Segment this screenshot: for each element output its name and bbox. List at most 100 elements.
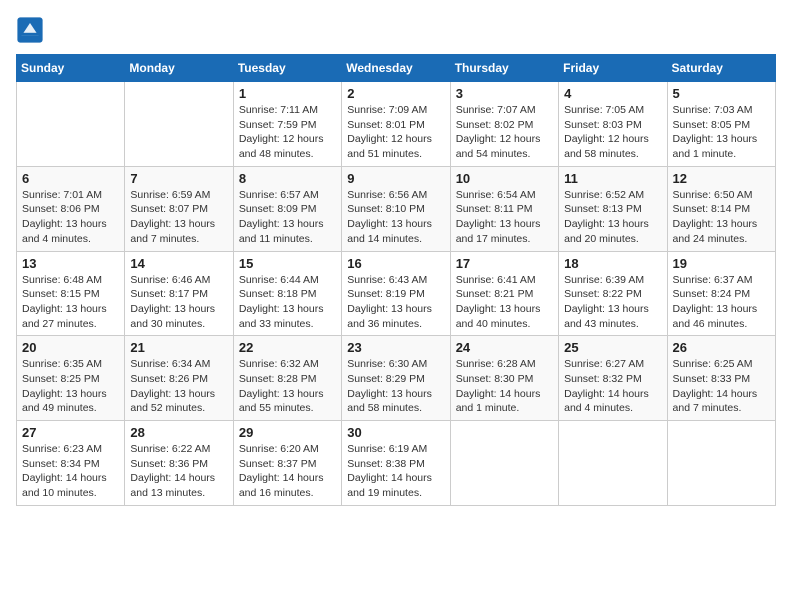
calendar-day-cell: 27Sunrise: 6:23 AM Sunset: 8:34 PM Dayli… [17, 421, 125, 506]
calendar-week-row: 1 Sunrise: 7:11 AM Sunset: 7:59 PM Daylig… [17, 82, 776, 167]
day-info: Sunrise: 6:34 AM Sunset: 8:26 PM Dayligh… [130, 357, 227, 416]
day-number: 9 [347, 171, 444, 186]
day-info: Sunrise: 6:41 AM Sunset: 8:21 PM Dayligh… [456, 273, 553, 332]
day-number: 3 [456, 86, 553, 101]
day-number: 13 [22, 256, 119, 271]
calendar-day-cell: 10 Sunrise: 6:54 AM Sunset: 8:11 PM Dayli… [450, 166, 558, 251]
day-number: 12 [673, 171, 770, 186]
calendar-day-cell [667, 421, 775, 506]
calendar-day-cell: 29 Sunrise: 6:20 AM Sunset: 8:37 PM Dayli… [233, 421, 341, 506]
calendar-day-cell: 2Sunrise: 7:09 AM Sunset: 8:01 PM Daylig… [342, 82, 450, 167]
day-info: Sunrise: 6:25 AM Sunset: 8:33 PM Dayligh… [673, 357, 770, 416]
day-info: Sunrise: 6:22 AM Sunset: 8:36 PM Dayligh… [130, 442, 227, 501]
calendar-day-cell: 5 Sunrise: 7:03 AM Sunset: 8:05 PM Daylig… [667, 82, 775, 167]
day-number: 28 [130, 425, 227, 440]
day-info: Sunrise: 6:27 AM Sunset: 8:32 PM Dayligh… [564, 357, 661, 416]
weekday-header: Wednesday [342, 55, 450, 82]
day-number: 21 [130, 340, 227, 355]
calendar-day-cell: 28 Sunrise: 6:22 AM Sunset: 8:36 PM Dayli… [125, 421, 233, 506]
calendar-day-cell [559, 421, 667, 506]
weekday-header: Tuesday [233, 55, 341, 82]
day-number: 7 [130, 171, 227, 186]
calendar-day-cell: 13Sunrise: 6:48 AM Sunset: 8:15 PM Dayli… [17, 251, 125, 336]
calendar-day-cell: 20Sunrise: 6:35 AM Sunset: 8:25 PM Dayli… [17, 336, 125, 421]
day-info: Sunrise: 6:37 AM Sunset: 8:24 PM Dayligh… [673, 273, 770, 332]
logo-icon [16, 16, 44, 44]
calendar-day-cell: 18 Sunrise: 6:39 AM Sunset: 8:22 PM Dayli… [559, 251, 667, 336]
day-info: Sunrise: 6:59 AM Sunset: 8:07 PM Dayligh… [130, 188, 227, 247]
day-number: 14 [130, 256, 227, 271]
day-number: 10 [456, 171, 553, 186]
weekday-header: Sunday [17, 55, 125, 82]
day-info: Sunrise: 7:07 AM Sunset: 8:02 PM Dayligh… [456, 103, 553, 162]
day-number: 4 [564, 86, 661, 101]
day-number: 17 [456, 256, 553, 271]
calendar-day-cell: 22 Sunrise: 6:32 AM Sunset: 8:28 PM Dayli… [233, 336, 341, 421]
calendar-day-cell: 6 Sunrise: 7:01 AM Sunset: 8:06 PM Daylig… [17, 166, 125, 251]
day-number: 24 [456, 340, 553, 355]
calendar-day-cell [450, 421, 558, 506]
calendar-table: SundayMondayTuesdayWednesdayThursdayFrid… [16, 54, 776, 506]
day-number: 20 [22, 340, 119, 355]
day-number: 26 [673, 340, 770, 355]
day-number: 29 [239, 425, 336, 440]
day-number: 8 [239, 171, 336, 186]
day-info: Sunrise: 7:11 AM Sunset: 7:59 PM Dayligh… [239, 103, 336, 162]
calendar-week-row: 6 Sunrise: 7:01 AM Sunset: 8:06 PM Daylig… [17, 166, 776, 251]
day-info: Sunrise: 6:30 AM Sunset: 8:29 PM Dayligh… [347, 357, 444, 416]
day-info: Sunrise: 6:56 AM Sunset: 8:10 PM Dayligh… [347, 188, 444, 247]
day-number: 30 [347, 425, 444, 440]
day-info: Sunrise: 6:57 AM Sunset: 8:09 PM Dayligh… [239, 188, 336, 247]
calendar-day-cell: 23 Sunrise: 6:30 AM Sunset: 8:29 PM Dayli… [342, 336, 450, 421]
calendar-day-cell: 14 Sunrise: 6:46 AM Sunset: 8:17 PM Dayli… [125, 251, 233, 336]
day-number: 25 [564, 340, 661, 355]
calendar-day-cell [125, 82, 233, 167]
day-info: Sunrise: 7:03 AM Sunset: 8:05 PM Dayligh… [673, 103, 770, 162]
day-info: Sunrise: 6:28 AM Sunset: 8:30 PM Dayligh… [456, 357, 553, 416]
day-info: Sunrise: 6:52 AM Sunset: 8:13 PM Dayligh… [564, 188, 661, 247]
calendar-day-cell: 26 Sunrise: 6:25 AM Sunset: 8:33 PM Dayli… [667, 336, 775, 421]
calendar-day-cell: 15 Sunrise: 6:44 AM Sunset: 8:18 PM Dayli… [233, 251, 341, 336]
day-info: Sunrise: 6:20 AM Sunset: 8:37 PM Dayligh… [239, 442, 336, 501]
calendar-day-cell: 17 Sunrise: 6:41 AM Sunset: 8:21 PM Dayli… [450, 251, 558, 336]
calendar-week-row: 27Sunrise: 6:23 AM Sunset: 8:34 PM Dayli… [17, 421, 776, 506]
calendar-day-cell: 4 Sunrise: 7:05 AM Sunset: 8:03 PM Daylig… [559, 82, 667, 167]
day-number: 2 [347, 86, 444, 101]
day-info: Sunrise: 6:19 AM Sunset: 8:38 PM Dayligh… [347, 442, 444, 501]
day-info: Sunrise: 6:46 AM Sunset: 8:17 PM Dayligh… [130, 273, 227, 332]
day-info: Sunrise: 6:54 AM Sunset: 8:11 PM Dayligh… [456, 188, 553, 247]
day-info: Sunrise: 7:01 AM Sunset: 8:06 PM Dayligh… [22, 188, 119, 247]
day-number: 16 [347, 256, 444, 271]
day-info: Sunrise: 6:44 AM Sunset: 8:18 PM Dayligh… [239, 273, 336, 332]
day-number: 15 [239, 256, 336, 271]
calendar-day-cell: 1 Sunrise: 7:11 AM Sunset: 7:59 PM Daylig… [233, 82, 341, 167]
day-number: 1 [239, 86, 336, 101]
page-header [16, 16, 776, 44]
day-number: 5 [673, 86, 770, 101]
calendar-day-cell: 12Sunrise: 6:50 AM Sunset: 8:14 PM Dayli… [667, 166, 775, 251]
weekday-header: Thursday [450, 55, 558, 82]
calendar-week-row: 13Sunrise: 6:48 AM Sunset: 8:15 PM Dayli… [17, 251, 776, 336]
day-info: Sunrise: 6:43 AM Sunset: 8:19 PM Dayligh… [347, 273, 444, 332]
day-number: 18 [564, 256, 661, 271]
calendar-day-cell: 9 Sunrise: 6:56 AM Sunset: 8:10 PM Daylig… [342, 166, 450, 251]
day-number: 19 [673, 256, 770, 271]
day-info: Sunrise: 6:39 AM Sunset: 8:22 PM Dayligh… [564, 273, 661, 332]
calendar-day-cell: 8 Sunrise: 6:57 AM Sunset: 8:09 PM Daylig… [233, 166, 341, 251]
day-number: 22 [239, 340, 336, 355]
day-info: Sunrise: 6:32 AM Sunset: 8:28 PM Dayligh… [239, 357, 336, 416]
day-number: 6 [22, 171, 119, 186]
logo [16, 16, 48, 44]
day-number: 11 [564, 171, 661, 186]
calendar-day-cell: 7 Sunrise: 6:59 AM Sunset: 8:07 PM Daylig… [125, 166, 233, 251]
day-info: Sunrise: 7:05 AM Sunset: 8:03 PM Dayligh… [564, 103, 661, 162]
weekday-header: Monday [125, 55, 233, 82]
day-number: 23 [347, 340, 444, 355]
calendar-day-cell: 21 Sunrise: 6:34 AM Sunset: 8:26 PM Dayli… [125, 336, 233, 421]
weekday-header: Friday [559, 55, 667, 82]
calendar-day-cell: 3 Sunrise: 7:07 AM Sunset: 8:02 PM Daylig… [450, 82, 558, 167]
calendar-day-cell: 25 Sunrise: 6:27 AM Sunset: 8:32 PM Dayli… [559, 336, 667, 421]
weekday-header: Saturday [667, 55, 775, 82]
calendar-day-cell: 24 Sunrise: 6:28 AM Sunset: 8:30 PM Dayli… [450, 336, 558, 421]
day-number: 27 [22, 425, 119, 440]
